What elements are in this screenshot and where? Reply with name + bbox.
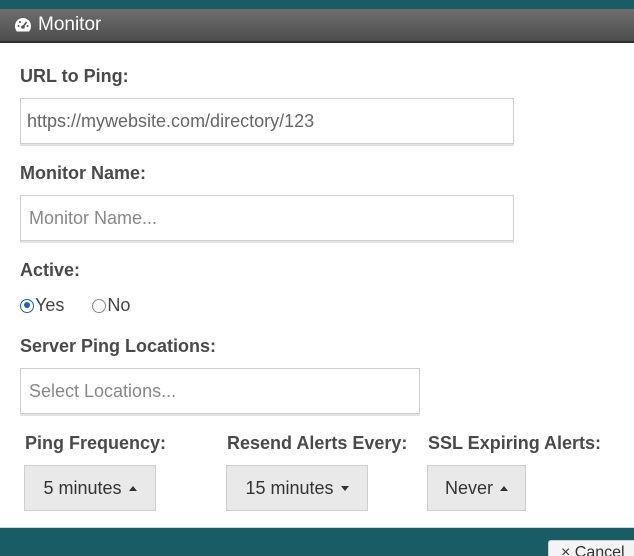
active-yes-label: Yes	[35, 295, 65, 315]
active-yes-option[interactable]: Yes	[20, 295, 64, 316]
ssl-alerts-dropdown[interactable]: Never	[427, 465, 526, 511]
resend-alerts-value: 15 minutes	[245, 477, 334, 498]
active-radio-group: Yes No	[20, 295, 158, 316]
monitor-name-label: Monitor Name:	[20, 163, 146, 183]
resend-alerts-dropdown[interactable]: 15 minutes	[226, 465, 368, 511]
monitor-name-input[interactable]: Monitor Name...	[20, 195, 514, 241]
ping-frequency-label: Ping Frequency:	[25, 433, 167, 453]
url-input[interactable]: https://mywebsite.com/directory/123	[20, 98, 514, 144]
caret-up-icon	[128, 485, 137, 491]
window-title: Monitor	[38, 14, 102, 35]
locations-label: Server Ping Locations:	[20, 336, 217, 356]
active-no-radio[interactable]	[92, 298, 107, 313]
resend-alerts-label: Resend Alerts Every:	[227, 433, 408, 453]
url-label: URL to Ping:	[20, 66, 129, 86]
active-no-option[interactable]: No	[92, 295, 130, 316]
monitor-name-placeholder: Monitor Name...	[29, 207, 158, 228]
cancel-button[interactable]: × Cancel	[548, 540, 634, 556]
ping-frequency-dropdown[interactable]: 5 minutes	[24, 465, 156, 511]
active-no-label: No	[107, 295, 131, 315]
caret-up-icon	[500, 485, 508, 491]
active-yes-radio[interactable]	[20, 298, 34, 313]
locations-select[interactable]: Select Locations...	[20, 368, 420, 414]
active-label: Active:	[20, 260, 81, 280]
url-input-value: https://mywebsite.com/directory/123	[27, 110, 315, 131]
ssl-alerts-label: SSL Expiring Alerts:	[428, 433, 602, 453]
caret-down-icon	[340, 485, 349, 491]
ping-frequency-value: 5 minutes	[43, 477, 122, 498]
top-strip	[0, 0, 634, 9]
locations-placeholder: Select Locations...	[29, 380, 177, 401]
dialog-footer	[0, 527, 634, 556]
dashboard-icon	[14, 18, 32, 32]
window-titlebar: Monitor	[0, 9, 634, 43]
ssl-alerts-value: Never	[444, 477, 493, 498]
